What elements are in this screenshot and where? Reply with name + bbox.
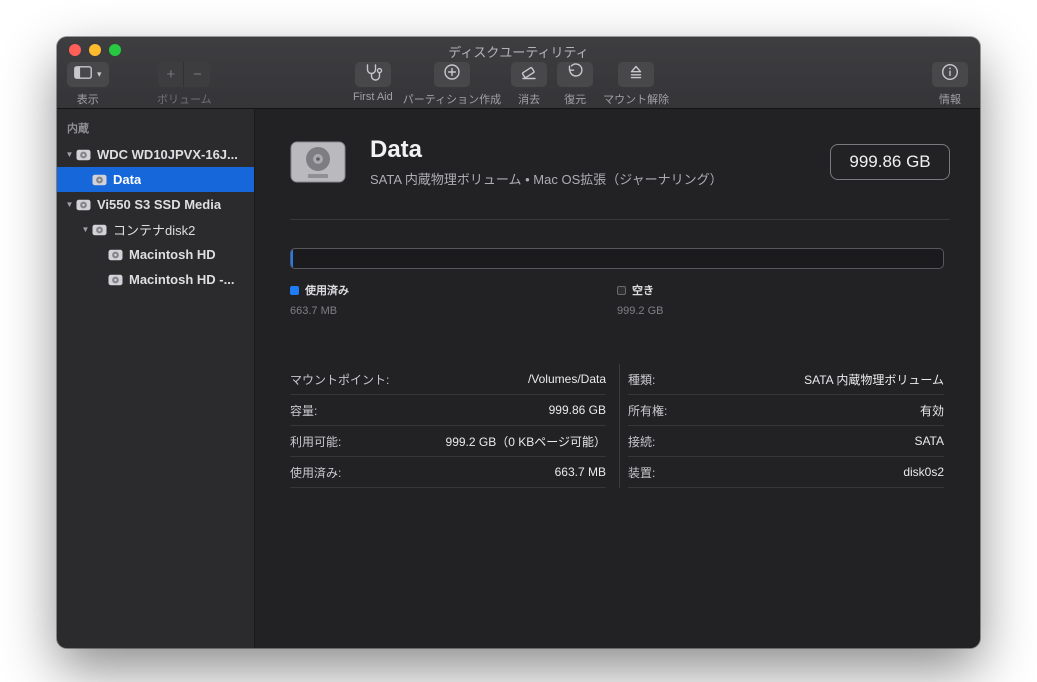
details-label: 利用可能:: [290, 433, 341, 450]
disk-utility-window: ディスクユーティリティ ▾ 表示 + −: [57, 37, 980, 648]
volume-group-label: ボリューム: [157, 91, 212, 107]
view-button[interactable]: ▾ 表示: [67, 62, 109, 107]
details-row: 接続: SATA: [628, 426, 944, 457]
disclosure-triangle-icon[interactable]: ▼: [63, 150, 76, 159]
sidebar-item-2[interactable]: ▼ Vi550 S3 SSD Media: [57, 192, 254, 217]
details-row: 容量: 999.86 GB: [290, 395, 606, 426]
partition-icon: [442, 62, 462, 87]
sidebar-item-5[interactable]: Macintosh HD -...: [57, 267, 254, 292]
sidebar-section-internal: 内蔵: [57, 118, 254, 142]
volume-icon: [76, 199, 91, 211]
details-label: 種類:: [628, 371, 655, 388]
header-divider: [290, 219, 950, 220]
sidebar-item-label: Data: [113, 172, 141, 187]
sidebar-item-0[interactable]: ▼ WDC WD10JPVX-16J...: [57, 142, 254, 167]
details-label: 容量:: [290, 402, 317, 419]
details-label: 装置:: [628, 464, 655, 481]
unmount-button[interactable]: マウント解除: [603, 62, 669, 107]
details-row: 装置: disk0s2: [628, 457, 944, 488]
legend-value: 663.7 MB: [290, 305, 617, 317]
details-value: disk0s2: [903, 465, 944, 479]
legend-value: 999.2 GB: [617, 305, 944, 317]
details-value: 663.7 MB: [555, 465, 606, 479]
stethoscope-icon: [363, 62, 383, 87]
sidebar-item-4[interactable]: Macintosh HD: [57, 242, 254, 267]
disclosure-triangle-icon[interactable]: ▼: [63, 200, 76, 209]
details-table: マウントポイント: /Volumes/Data 容量: 999.86 GB 利用可能: 9…: [290, 364, 944, 488]
details-value: /Volumes/Data: [528, 372, 606, 386]
sidebar-item-label: Vi550 S3 SSD Media: [97, 197, 221, 212]
capacity-badge: 999.86 GB: [830, 144, 950, 180]
sidebar-view-icon: [74, 66, 92, 84]
volume-icon: [92, 174, 107, 186]
legend-row: 空き: [617, 282, 944, 298]
sidebar-item-label: コンテナdisk2: [113, 220, 195, 239]
first-aid-button[interactable]: First Aid: [353, 62, 393, 103]
details-row: マウントポイント: /Volumes/Data: [290, 364, 606, 395]
legend-item-0: 使用済み 663.7 MB: [290, 282, 617, 317]
details-right-column: 種類: SATA 内蔵物理ボリューム所有権: 有効接続: SATA 装置: disk0s2: [628, 364, 944, 488]
volume-icon: [108, 249, 123, 261]
details-value: 999.2 GB（0 KBページ可能）: [446, 433, 606, 450]
volume-title: Data: [370, 136, 723, 164]
sidebar: 内蔵 ▼ WDC WD10JPVX-16J... Data ▼ Vi550 S3 SSD…: [57, 109, 255, 648]
details-row: 所有権: 有効: [628, 395, 944, 426]
capacity-used-segment: [291, 249, 293, 268]
view-button-label: 表示: [77, 91, 99, 107]
details-column-divider: [619, 364, 620, 488]
legend-row: 使用済み: [290, 282, 617, 298]
sidebar-list: ▼ WDC WD10JPVX-16J... Data ▼ Vi550 S3 SSD Me…: [57, 142, 254, 292]
eraser-icon: [519, 62, 539, 87]
toolbar-actions: First Aid パーティション作成: [353, 62, 669, 107]
sidebar-item-label: WDC WD10JPVX-16J...: [97, 147, 238, 162]
hard-drive-icon: [290, 140, 346, 184]
details-value: 有効: [920, 402, 944, 419]
sidebar-item-label: Macintosh HD: [129, 247, 216, 262]
capacity-bar: [290, 248, 944, 269]
details-label: 接続:: [628, 433, 655, 450]
capacity-legend: 使用済み 663.7 MB 空き 999.2 GB: [290, 282, 944, 317]
details-value: SATA: [914, 434, 944, 448]
volume-group: + − ボリューム: [157, 62, 212, 107]
eject-icon: [626, 62, 646, 87]
sidebar-item-label: Macintosh HD -...: [129, 272, 234, 287]
toolbar: ▾ 表示 + − ボリューム: [57, 62, 980, 108]
legend-item-1: 空き 999.2 GB: [617, 282, 944, 317]
erase-button[interactable]: 消去: [511, 62, 547, 107]
sidebar-item-1[interactable]: Data: [57, 167, 254, 192]
window-title: ディスクユーティリティ: [57, 42, 980, 61]
details-row: 使用済み: 663.7 MB: [290, 457, 606, 488]
details-label: 所有権:: [628, 402, 667, 419]
info-button[interactable]: 情報: [932, 62, 968, 107]
sidebar-item-3[interactable]: ▼ コンテナdisk2: [57, 217, 254, 242]
partition-button[interactable]: パーティション作成: [403, 62, 501, 107]
volume-icon: [92, 224, 107, 236]
volume-icon: [108, 274, 123, 286]
details-label: マウントポイント:: [290, 371, 389, 388]
window-header: ディスクユーティリティ ▾ 表示 + −: [57, 37, 980, 109]
legend-label: 空き: [632, 282, 654, 298]
volume-header: Data SATA 内蔵物理ボリューム • Mac OS拡張（ジャーナリング） …: [290, 136, 950, 188]
details-left-column: マウントポイント: /Volumes/Data 容量: 999.86 GB 利用可能: 9…: [290, 364, 606, 488]
restore-button[interactable]: 復元: [557, 62, 593, 107]
restore-arrow-icon: [565, 62, 585, 87]
details-row: 利用可能: 999.2 GB（0 KBページ可能）: [290, 426, 606, 457]
volume-subtitle: SATA 内蔵物理ボリューム • Mac OS拡張（ジャーナリング）: [370, 169, 723, 188]
info-icon: [940, 62, 960, 87]
add-volume-button[interactable]: +: [158, 62, 184, 87]
legend-label: 使用済み: [305, 282, 349, 298]
disclosure-triangle-icon[interactable]: ▼: [79, 225, 92, 234]
main-content: Data SATA 内蔵物理ボリューム • Mac OS拡張（ジャーナリング） …: [255, 109, 980, 648]
details-label: 使用済み:: [290, 464, 341, 481]
details-value: 999.86 GB: [549, 403, 606, 417]
volume-icon: [76, 149, 91, 161]
remove-volume-button[interactable]: −: [184, 62, 210, 87]
legend-swatch: [617, 286, 626, 295]
chevron-down-icon: ▾: [97, 69, 102, 80]
details-row: 種類: SATA 内蔵物理ボリューム: [628, 364, 944, 395]
legend-swatch: [290, 286, 299, 295]
details-value: SATA 内蔵物理ボリューム: [804, 371, 944, 388]
